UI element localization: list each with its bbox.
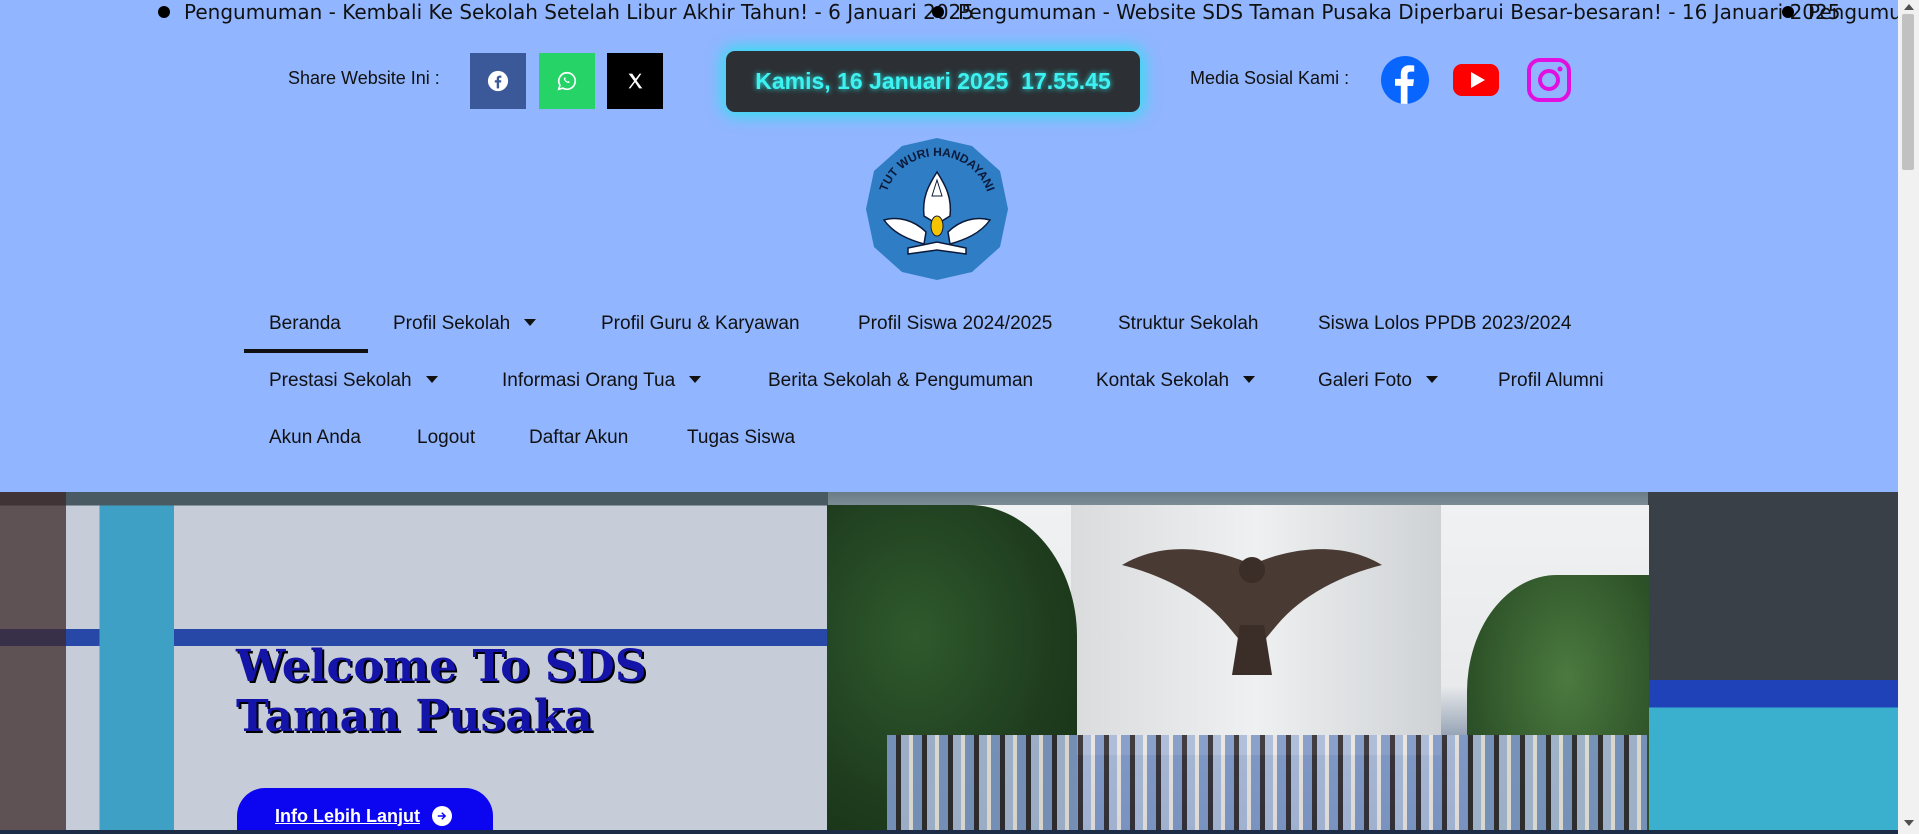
garuda-statue-icon [1122,549,1382,675]
bullet-icon [158,6,170,18]
tut-wuri-handayani-logo[interactable]: TUT WURI HANDAYANI [864,136,1010,282]
arrow-right-circle-icon [431,806,452,826]
nav-label: Profil Guru & Karyawan [601,313,800,334]
nav-label: Daftar Akun [529,427,629,448]
nav-prestasi-sekolah[interactable]: Prestasi Sekolah [269,367,438,395]
nav-label: Galeri Foto [1318,370,1412,391]
nav-logout[interactable]: Logout [417,424,475,452]
divider [0,830,1898,834]
nav-label: Profil Siswa 2024/2025 [858,313,1053,334]
hero-photo [827,505,1649,834]
facebook-icon [487,70,509,92]
facebook-icon[interactable] [1379,54,1431,106]
nav-label: Siswa Lolos PPDB 2023/2024 [1318,313,1572,334]
announcement-ticker: Pengumuman - Kembali Ke Sekolah Setelah … [0,0,1898,24]
share-x-button[interactable] [607,53,663,109]
ticker-text: Pengumuman - Kembali Ke Sekolah Setelah … [184,0,974,24]
share-whatsapp-button[interactable] [539,53,595,109]
nav-label: Berita Sekolah & Pengumuman [768,370,1034,391]
ticker-item[interactable]: Pengumu [1782,0,1898,24]
share-facebook-button[interactable] [470,53,526,109]
bullet-icon [1782,6,1794,18]
ticker-item[interactable]: Pengumuman - Kembali Ke Sekolah Setelah … [158,0,974,24]
chevron-down-icon [1243,376,1256,383]
nav-profil-siswa[interactable]: Profil Siswa 2024/2025 [858,310,1052,338]
nav-label: Akun Anda [269,427,361,448]
nav-informasi-orang-tua[interactable]: Informasi Orang Tua [502,367,702,395]
nav-profil-guru[interactable]: Profil Guru & Karyawan [601,310,800,338]
nav-kontak-sekolah[interactable]: Kontak Sekolah [1096,367,1256,395]
ticker-text: Pengumuman - Website SDS Taman Pusaka Di… [958,0,1841,24]
ticker-text: Pengumu [1808,0,1898,24]
chevron-down-icon [689,376,702,383]
nav-struktur-sekolah[interactable]: Struktur Sekolah [1118,310,1258,338]
hero-slider: Welcome To SDS Taman Pusaka Info Lebih L… [0,492,1898,834]
students-crowd-image [887,735,1647,834]
button-label: Info Lebih Lanjut [275,805,420,826]
nav-galeri-foto[interactable]: Galeri Foto [1318,367,1438,395]
social-label: Media Sosial Kami : [1190,68,1350,88]
nav-profil-alumni[interactable]: Profil Alumni [1498,367,1604,395]
scroll-up-arrow-icon[interactable] [1904,4,1914,10]
chevron-down-icon [524,319,537,326]
nav-label: Tugas Siswa [687,427,796,448]
nav-akun-anda[interactable]: Akun Anda [269,424,361,452]
youtube-icon[interactable] [1450,54,1502,106]
nav-siswa-lolos-ppdb[interactable]: Siswa Lolos PPDB 2023/2024 [1318,310,1572,338]
scroll-down-arrow-icon[interactable] [1904,820,1914,826]
scrollbar-thumb[interactable] [1902,14,1914,170]
nav-label: Kontak Sekolah [1096,370,1230,391]
nav-beranda[interactable]: Beranda [269,310,341,338]
info-lebih-lanjut-button[interactable]: Info Lebih Lanjut [237,788,493,834]
clock-text: Kamis, 16 Januari 2025 17.55.45 [755,68,1111,94]
chevron-down-icon [425,376,438,383]
instagram-icon[interactable] [1523,54,1575,106]
hero-background-image [1648,492,1898,834]
nav-label: Profil Alumni [1498,370,1604,391]
hero-title: Welcome To SDS Taman Pusaka [236,641,647,742]
nav-label: Informasi Orang Tua [502,370,676,391]
nav-profil-sekolah[interactable]: Profil Sekolah [393,310,537,338]
nav-label: Prestasi Sekolah [269,370,412,391]
nav-berita-sekolah[interactable]: Berita Sekolah & Pengumuman [768,367,1033,395]
nav-label: Beranda [269,313,341,334]
nav-daftar-akun[interactable]: Daftar Akun [529,424,628,452]
nav-active-indicator [244,349,368,353]
bullet-icon [932,6,944,18]
nav-label: Logout [417,427,476,448]
date-clock: Kamis, 16 Januari 2025 17.55.45 [726,51,1140,112]
nav-label: Profil Sekolah [393,313,511,334]
x-icon [628,73,643,89]
nav-tugas-siswa[interactable]: Tugas Siswa [687,424,795,452]
ticker-item[interactable]: Pengumuman - Website SDS Taman Pusaka Di… [932,0,1840,24]
whatsapp-icon [557,71,577,91]
chevron-down-icon [1425,376,1438,383]
nav-label: Struktur Sekolah [1118,313,1259,334]
share-label: Share Website Ini : [288,68,440,88]
